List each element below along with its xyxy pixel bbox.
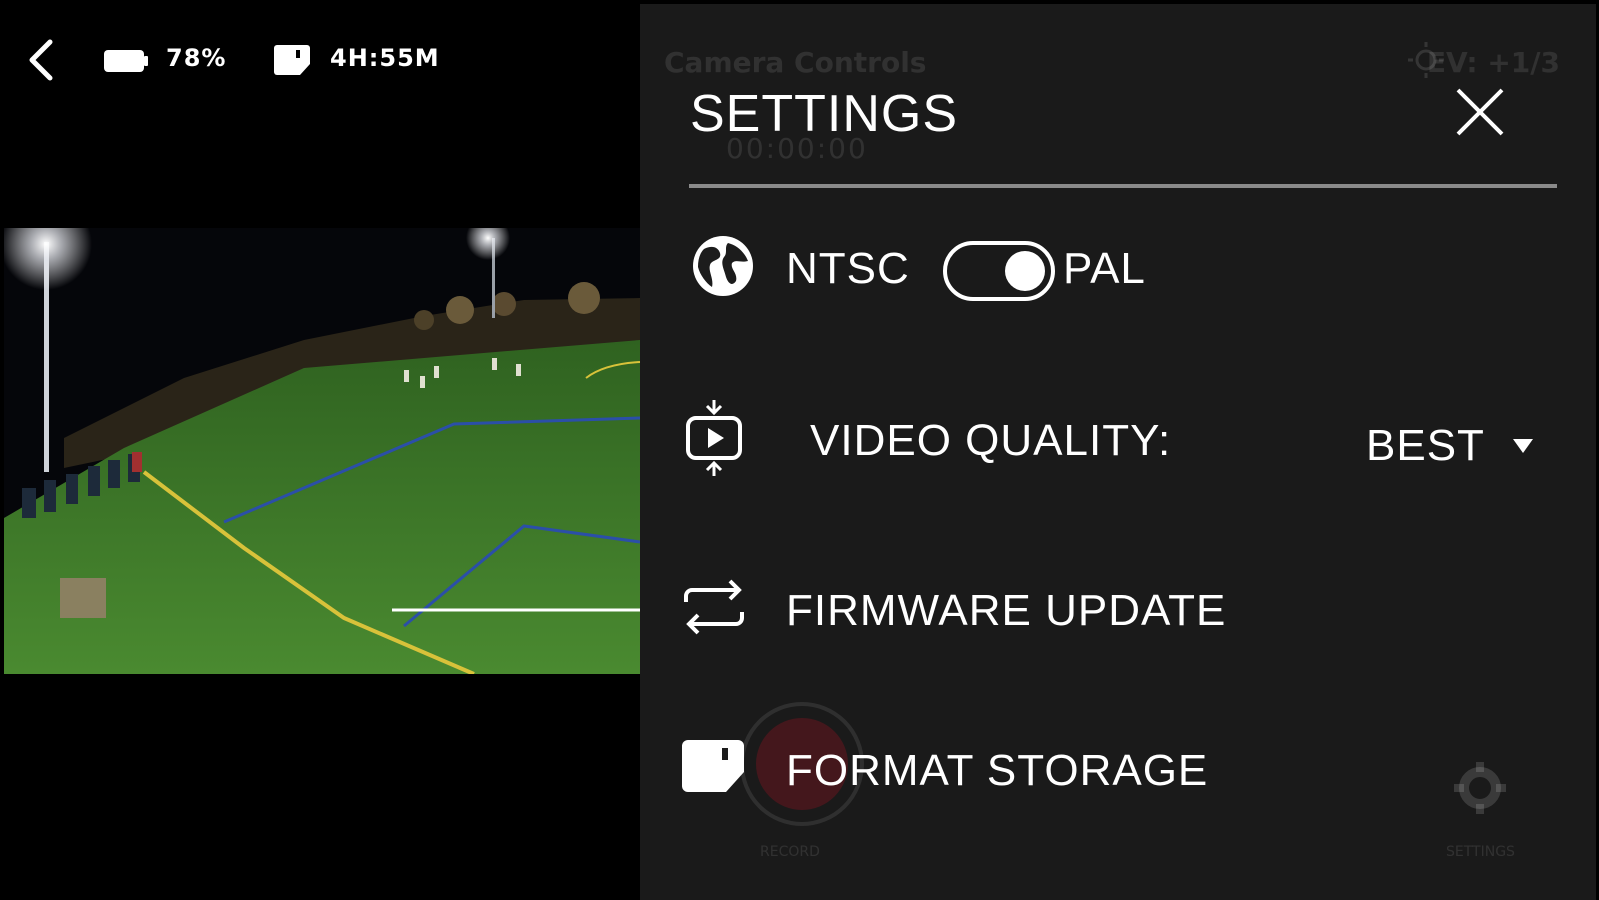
sd-card-icon (682, 740, 744, 796)
camera-controls-title: Camera Controls (664, 46, 927, 79)
video-quality-value: BEST (1366, 421, 1485, 470)
ntsc-label: NTSC (786, 244, 910, 293)
sd-card-icon (274, 45, 310, 79)
dropdown-caret-icon (1512, 439, 1533, 453)
battery-percentage: 78% (166, 44, 227, 72)
video-quality-label: VIDEO QUALITY: (810, 416, 1172, 465)
battery-icon (104, 50, 148, 76)
close-icon (1456, 88, 1504, 136)
record-label: RECORD (760, 844, 820, 860)
format-storage-label: FORMAT STORAGE (786, 746, 1209, 795)
firmware-update-label: FIRMWARE UPDATE (786, 586, 1227, 635)
video-quality-icon (684, 398, 744, 482)
recording-time-remaining: 4H:55M (330, 44, 440, 72)
video-quality-dropdown[interactable]: BEST (1366, 418, 1533, 474)
toggle-knob (1005, 251, 1045, 291)
pal-label: PAL (1063, 244, 1146, 293)
settings-panel: Camera Controls EV: +1/3 00:00:00 SETTIN… (640, 4, 1596, 900)
chevron-left-icon (29, 39, 53, 81)
globe-icon (690, 233, 756, 303)
close-button[interactable] (1454, 86, 1506, 138)
settings-title: SETTINGS (690, 85, 959, 143)
refresh-arrows-icon (680, 578, 748, 640)
title-divider (689, 184, 1557, 188)
exposure-value: EV: +1/3 (1426, 46, 1560, 79)
settings-label: SETTINGS (1446, 844, 1515, 860)
camera-feed (4, 228, 640, 674)
ntsc-pal-toggle[interactable] (943, 241, 1055, 301)
back-button[interactable] (22, 38, 66, 82)
format-storage-row[interactable]: FORMAT STORAGE (680, 726, 1560, 816)
firmware-update-row[interactable]: FIRMWARE UPDATE (680, 566, 1560, 656)
